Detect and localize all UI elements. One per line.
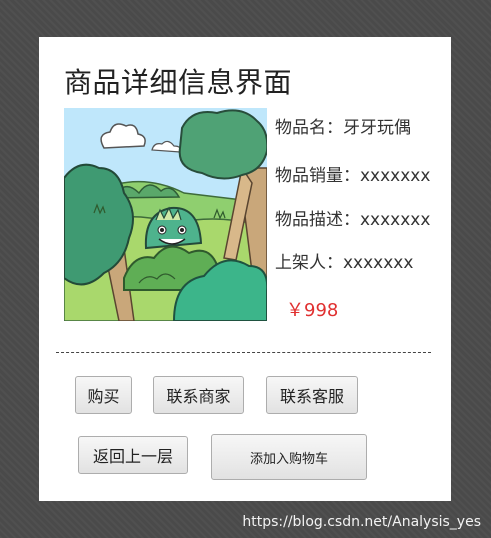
product-name-label: 物品名： — [275, 118, 343, 138]
product-seller-value: xxxxxxx — [343, 253, 414, 273]
product-price: ￥998 — [286, 300, 339, 321]
dinosaur-in-forest-illustration-icon — [64, 108, 267, 321]
product-name-value: 牙牙玩偶 — [343, 118, 411, 138]
add-to-cart-button[interactable]: 添加入购物车 — [211, 434, 367, 480]
product-seller-label: 上架人： — [275, 253, 343, 273]
product-description: 物品描述：xxxxxxx — [275, 205, 430, 230]
divider — [56, 352, 431, 353]
product-sales: 物品销量：xxxxxxx — [275, 161, 430, 186]
product-sales-value: xxxxxxx — [360, 166, 431, 186]
product-description-label: 物品描述： — [275, 210, 360, 230]
watermark-url: https://blog.csdn.net/Analysis_yes — [242, 514, 481, 530]
product-seller: 上架人：xxxxxxx — [275, 248, 413, 273]
product-sales-label: 物品销量： — [275, 166, 360, 186]
product-image — [64, 108, 267, 321]
page-title: 商品详细信息界面 — [64, 66, 293, 99]
contact-seller-button[interactable]: 联系商家 — [153, 376, 244, 414]
contact-support-button[interactable]: 联系客服 — [266, 376, 358, 414]
product-detail-panel: 商品详细信息界面 物品名：牙牙玩偶 物品销量：xxxxxxx 物品描述：xxxx… — [39, 37, 451, 501]
back-button[interactable]: 返回上一层 — [78, 436, 188, 474]
product-name: 物品名：牙牙玩偶 — [275, 113, 411, 138]
buy-button[interactable]: 购买 — [75, 376, 132, 414]
product-description-value: xxxxxxx — [360, 210, 431, 230]
